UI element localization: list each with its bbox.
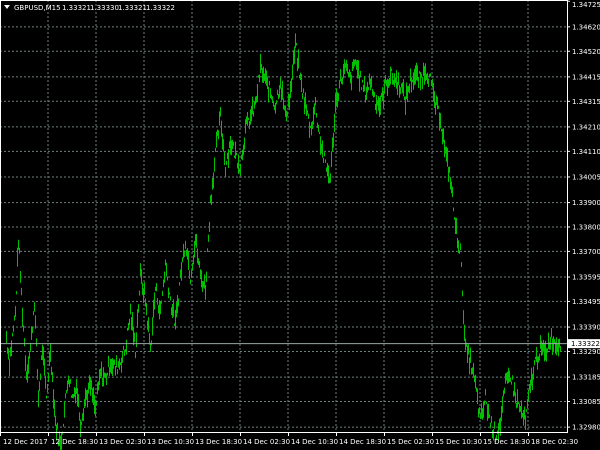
price-tick-label: 1.33390 bbox=[572, 324, 600, 332]
time-tick-label: 18 Dec 02:30 bbox=[531, 438, 578, 446]
price-tick-label: 1.34315 bbox=[572, 98, 600, 106]
high-value: 1.33330 bbox=[90, 4, 119, 12]
price-tick-label: 1.33290 bbox=[572, 348, 600, 356]
price-tick-label: 1.34005 bbox=[572, 173, 600, 181]
low-value: 1.33321 bbox=[118, 4, 147, 12]
price-tick-label: 1.34110 bbox=[572, 148, 600, 156]
time-tick-label: 12 Dec 18:30 bbox=[51, 438, 98, 446]
price-tick-label: 1.33900 bbox=[572, 199, 600, 207]
time-tick-label: 12 Dec 2017 bbox=[3, 438, 48, 446]
chart-header: GBPUSD,M15 1.33321 1.33330 1.33321 1.333… bbox=[4, 4, 175, 12]
time-tick-label: 14 Dec 02:30 bbox=[243, 438, 290, 446]
time-tick-label: 14 Dec 18:30 bbox=[339, 438, 386, 446]
price-chart[interactable]: 1.34725 1.34620 1.34520 1.34415 1.34315 1.342… bbox=[0, 0, 600, 450]
price-tick-label: 1.33085 bbox=[572, 398, 600, 406]
price-tick-label: 1.34725 bbox=[572, 1, 600, 9]
current-price-label: 1.33322 bbox=[571, 340, 600, 348]
price-tick-label: 1.34210 bbox=[572, 123, 600, 131]
price-tick-label: 1.34520 bbox=[572, 48, 600, 56]
time-tick-label: 14 Dec 10:30 bbox=[291, 438, 338, 446]
time-tick-label: 15 Dec 10:30 bbox=[435, 438, 482, 446]
time-tick-label: 13 Dec 10:30 bbox=[147, 438, 194, 446]
price-tick-label: 1.33495 bbox=[572, 298, 600, 306]
price-tick-label: 1.33185 bbox=[572, 374, 600, 382]
time-tick-label: 13 Dec 18:30 bbox=[195, 438, 242, 446]
price-tick-label: 1.34620 bbox=[572, 23, 600, 31]
time-tick-label: 15 Dec 02:30 bbox=[387, 438, 434, 446]
close-value: 1.33322 bbox=[146, 4, 175, 12]
price-tick-label: 1.34415 bbox=[572, 73, 600, 81]
price-tick-label: 1.33595 bbox=[572, 274, 600, 282]
price-tick-label: 1.33800 bbox=[572, 223, 600, 231]
open-value: 1.33321 bbox=[62, 4, 91, 12]
price-tick-label: 1.32980 bbox=[572, 424, 600, 432]
time-tick-label: 15 Dec 18:30 bbox=[483, 438, 530, 446]
current-price-tag: 1.33322 bbox=[568, 339, 600, 349]
price-tick-label: 1.33700 bbox=[572, 248, 600, 256]
symbol-label: GBPUSD,M15 bbox=[14, 4, 61, 12]
time-tick-label: 13 Dec 02:30 bbox=[99, 438, 146, 446]
